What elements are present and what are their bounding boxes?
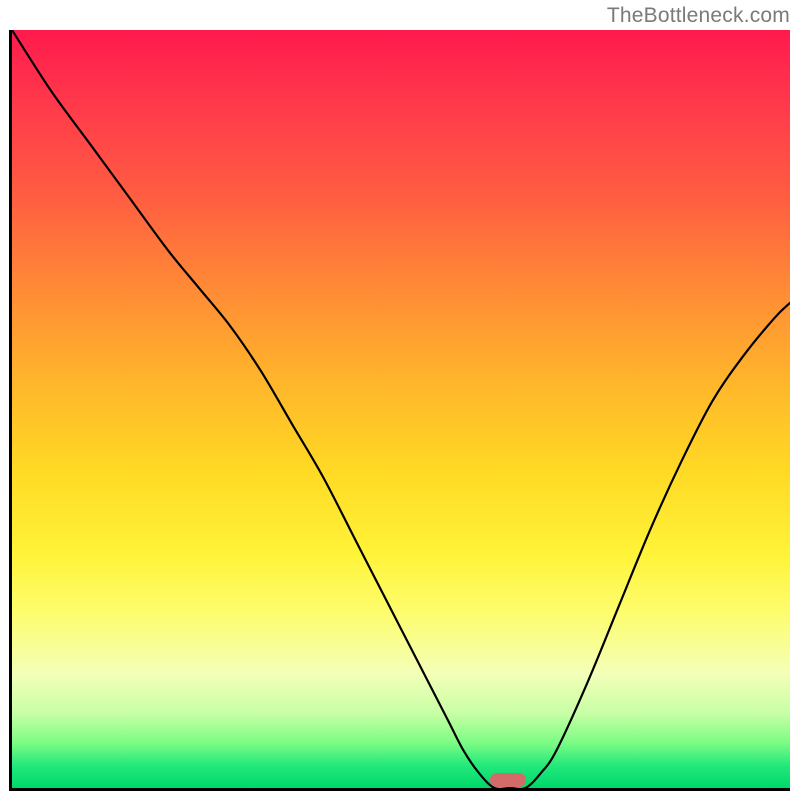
chart-frame xyxy=(9,30,790,791)
optimal-marker xyxy=(490,773,526,787)
bottleneck-curve xyxy=(12,30,790,788)
attribution-label: TheBottleneck.com xyxy=(607,4,790,28)
